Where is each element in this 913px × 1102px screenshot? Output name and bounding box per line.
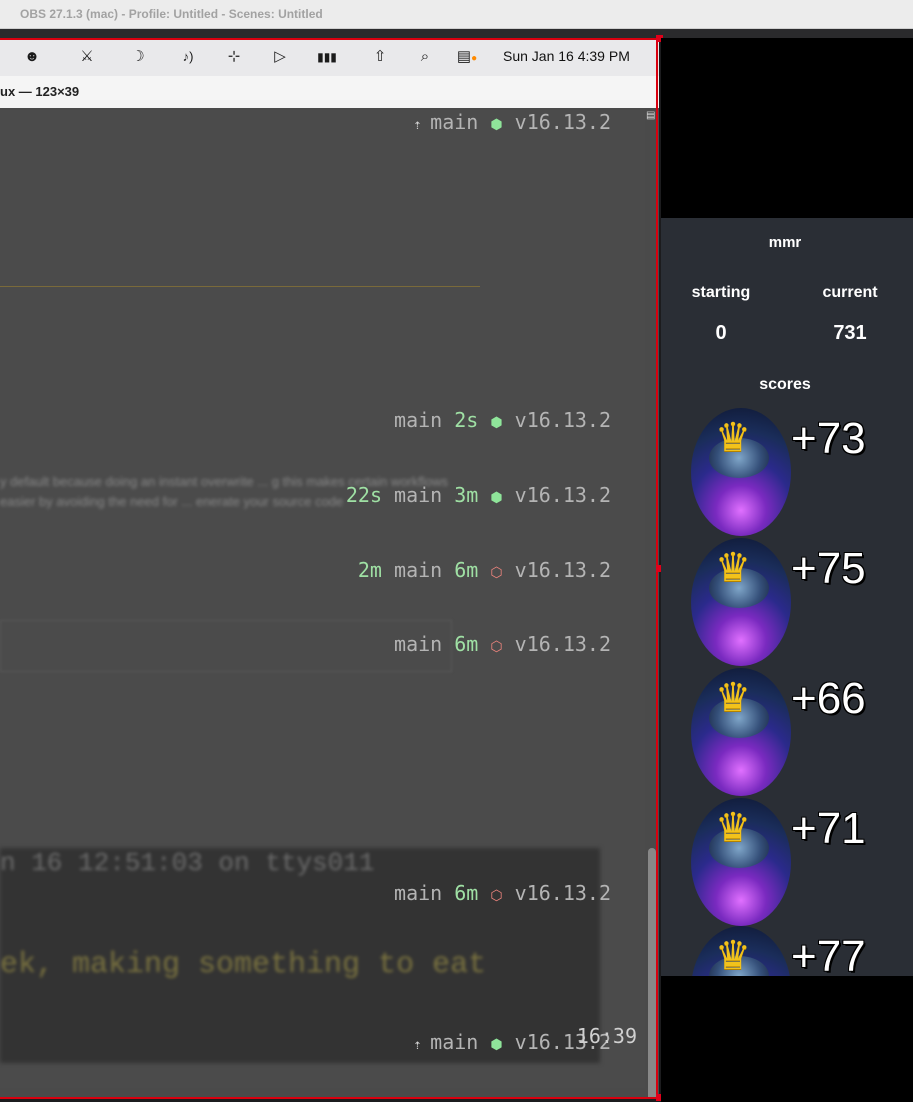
scroll-menu-icon[interactable]: ▤ [646, 110, 655, 121]
moon-icon[interactable]: ☽ [128, 47, 148, 67]
current-label: current [822, 284, 878, 301]
hero-avatar: ♛ [691, 538, 791, 666]
prompt-line: 22s main 3m ⬢ v16.13.2 [345, 483, 611, 507]
menubar-clock[interactable]: Sun Jan 16 4:39 PM [503, 48, 630, 64]
hero-avatar: ♛ [691, 798, 791, 926]
score-item: ♛ +75 [691, 538, 913, 668]
control-center-icon[interactable]: ▤● [452, 47, 482, 67]
score-value: +73 [791, 414, 866, 463]
user-icon[interactable]: ☻ [22, 47, 42, 67]
crown-icon: ♛ [715, 806, 751, 850]
search-icon[interactable]: ⌕ [415, 47, 435, 67]
scores-title: scores [759, 376, 811, 393]
score-value: +66 [791, 674, 866, 723]
crown-icon: ♛ [715, 416, 751, 460]
prompt-line: main 6m ⬡ v16.13.2 [394, 632, 611, 656]
hero-avatar: ♛ [691, 926, 791, 976]
terminal-clock: 16:39 [576, 1024, 637, 1048]
score-value: +75 [791, 544, 866, 593]
prompt-line: main 2s ⬢ v16.13.2 [394, 408, 611, 432]
blurred-box [0, 620, 452, 672]
terminal-scrollbar[interactable]: ▤ [645, 108, 659, 1098]
mmr-title: mmr [768, 234, 802, 251]
crown-icon: ♛ [715, 934, 751, 976]
preview-top-gap [0, 29, 913, 38]
score-value: +77 [791, 932, 866, 976]
terminal-titlebar[interactable]: ux — 123×39 [0, 76, 659, 109]
black-background-bottom [661, 976, 913, 1102]
black-background-top [661, 38, 913, 218]
score-item: ♛ +73 [691, 408, 913, 538]
current-value: 731 [833, 322, 867, 344]
scroll-thumb[interactable] [648, 848, 656, 1098]
terminal-title: ux — 123×39 [0, 84, 80, 99]
obs-window-title: OBS 27.1.3 (mac) - Profile: Untitled - S… [20, 7, 323, 21]
starting-label: starting [691, 284, 751, 301]
blurred-divider [0, 286, 480, 287]
blurred-status-text: ek, making something to eat [0, 948, 487, 982]
prompt-line: ⇡ main ⬢ v16.13.2 [413, 110, 611, 134]
bluetooth-icon[interactable]: ⊹ [226, 47, 242, 67]
wifi-icon[interactable]: ⇧ [370, 47, 390, 67]
starting-value: 0 [715, 322, 727, 344]
prompt-line: 2m main 6m ⬡ v16.13.2 [357, 558, 611, 582]
crown-icon: ♛ [715, 676, 751, 720]
score-item: ♛ +77 [691, 926, 913, 976]
obs-preview-source[interactable]: ☻ ⚔ ☽ ♪) ⊹ ▷ ▮▮▮ ⇧ ⌕ ▤● Sun Jan 16 4:39 … [0, 38, 659, 1098]
battery-icon[interactable]: ▮▮▮ [312, 47, 342, 67]
hero-avatar: ♛ [691, 408, 791, 536]
prompt-line: main 6m ⬡ v16.13.2 [394, 881, 611, 905]
crown-icon: ♛ [715, 546, 751, 590]
play-icon[interactable]: ▷ [270, 47, 290, 67]
terminal-body[interactable]: y default because doing an instant overw… [0, 108, 645, 1088]
score-item: ♛ +66 [691, 668, 913, 798]
blurred-login-line: n 16 12:51:03 on ttys011 [0, 848, 375, 878]
obs-titlebar: OBS 27.1.3 (mac) - Profile: Untitled - S… [0, 0, 913, 29]
score-value: +71 [791, 804, 866, 853]
activity-icon[interactable]: ⚔ [76, 47, 98, 67]
mmr-panel: mmr starting current 0 731 scores ♛ +73 … [661, 218, 913, 976]
mac-menubar: ☻ ⚔ ☽ ♪) ⊹ ▷ ▮▮▮ ⇧ ⌕ ▤● Sun Jan 16 4:39 … [0, 38, 659, 76]
volume-icon[interactable]: ♪) [176, 47, 200, 67]
score-item: ♛ +71 [691, 798, 913, 928]
hero-avatar: ♛ [691, 668, 791, 796]
